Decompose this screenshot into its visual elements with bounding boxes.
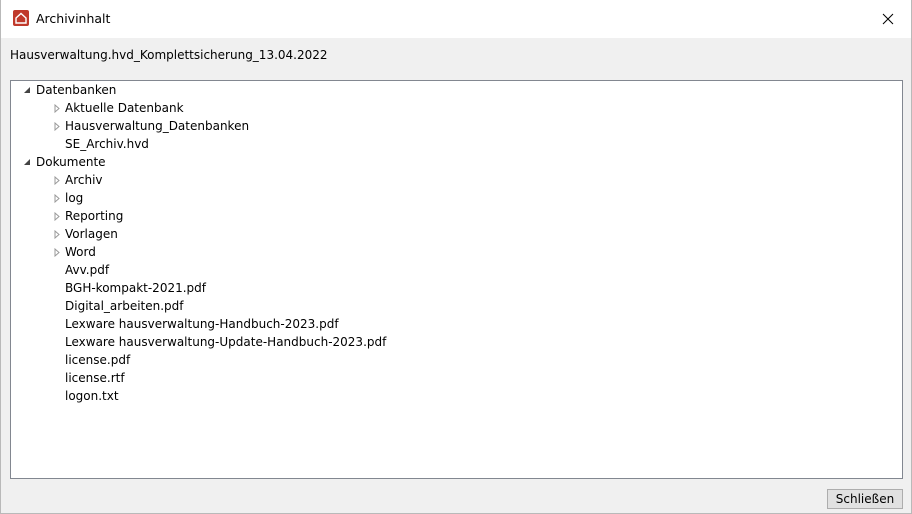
tree-node-label: Lexware hausverwaltung-Update-Handbuch-2… [65,335,387,349]
tree-node-label: Digital_arbeiten.pdf [65,299,184,313]
expanded-arrow-icon[interactable] [22,153,32,171]
tree-node-label: Reporting [65,209,124,223]
tree-node-label: Vorlagen [65,227,118,241]
expanded-arrow-icon[interactable] [22,81,32,99]
archive-tree-view[interactable]: Datenbanken Aktuelle Datenbank Hausverwa… [10,80,903,479]
archive-name: Hausverwaltung.hvd_Komplettsicherung_13.… [10,48,328,62]
collapsed-arrow-icon[interactable] [52,171,62,189]
tree-node-label: Lexware hausverwaltung-Handbuch-2023.pdf [65,317,339,331]
tree-node-label: Aktuelle Datenbank [65,101,184,115]
tree-node-label: logon.txt [65,389,119,403]
collapsed-arrow-icon[interactable] [52,117,62,135]
tree-node-label: Word [65,245,96,259]
tree-node-label: Avv.pdf [65,263,110,277]
collapsed-arrow-icon[interactable] [52,189,62,207]
tree-node-label: license.pdf [65,353,131,367]
tree-node-label: Dokumente [36,155,106,169]
collapsed-arrow-icon[interactable] [52,99,62,117]
tree-node-label: Hausverwaltung_Datenbanken [65,119,250,133]
close-window-button[interactable] [865,0,911,38]
tree-node-label: SE_Archiv.hvd [65,137,149,151]
title-bar: Archivinhalt [1,0,911,38]
archive-content-dialog: Archivinhalt Hausverwaltung.hvd_Komplett… [0,0,912,514]
schliessen-button[interactable]: Schließen [827,489,903,509]
collapsed-arrow-icon[interactable] [52,225,62,243]
tree-node-label: Archiv [65,173,103,187]
collapsed-arrow-icon[interactable] [52,207,62,225]
collapsed-arrow-icon[interactable] [52,243,62,261]
tree-node-label: Datenbanken [36,83,117,97]
window-title: Archivinhalt [36,11,111,26]
house-app-icon [13,10,29,26]
tree-node-label: BGH-kompakt-2021.pdf [65,281,206,295]
tree-node-label: log [65,191,84,205]
tree-node-label: license.rtf [65,371,125,385]
close-icon [882,13,894,25]
